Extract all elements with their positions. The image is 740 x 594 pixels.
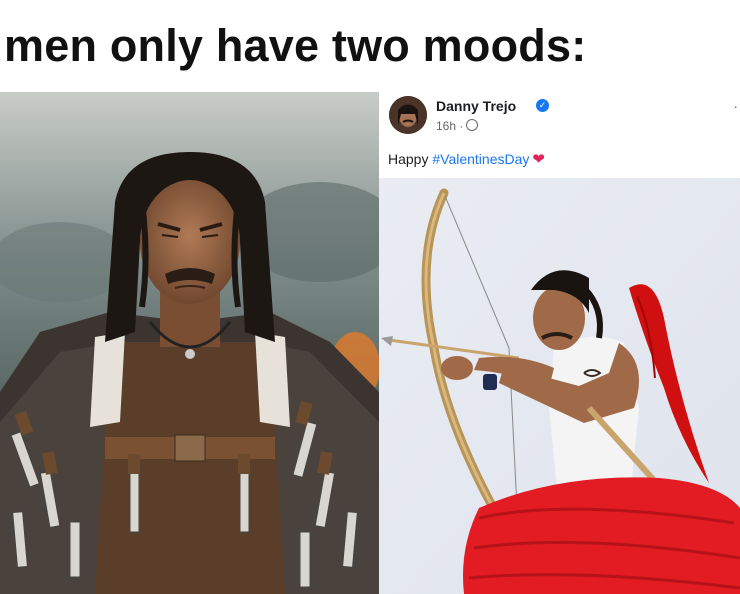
author-avatar[interactable] xyxy=(389,96,427,134)
author-name[interactable]: Danny Trejo xyxy=(436,98,516,114)
post-text: Happy #ValentinesDay ❤ xyxy=(388,150,545,168)
social-post: Danny Trejo ✓ 16h · · Happy #ValentinesD… xyxy=(379,84,740,594)
post-photo-cupid[interactable] xyxy=(379,178,740,594)
meme-title: men only have two moods: xyxy=(4,20,587,71)
verified-badge-icon: ✓ xyxy=(536,99,549,112)
post-timestamp[interactable]: 16h · xyxy=(436,119,479,133)
globe-icon xyxy=(466,119,479,131)
heart-emoji: ❤ xyxy=(532,151,545,168)
hashtag-link[interactable]: #ValentinesDay xyxy=(432,151,529,167)
more-options-icon[interactable]: · xyxy=(733,98,738,114)
post-time[interactable]: 16h · xyxy=(436,119,463,133)
post-text-prefix: Happy xyxy=(388,151,433,167)
post-header: Danny Trejo ✓ 16h · · Happy #ValentinesD… xyxy=(379,84,740,178)
left-photo-moody-warrior xyxy=(0,92,379,594)
